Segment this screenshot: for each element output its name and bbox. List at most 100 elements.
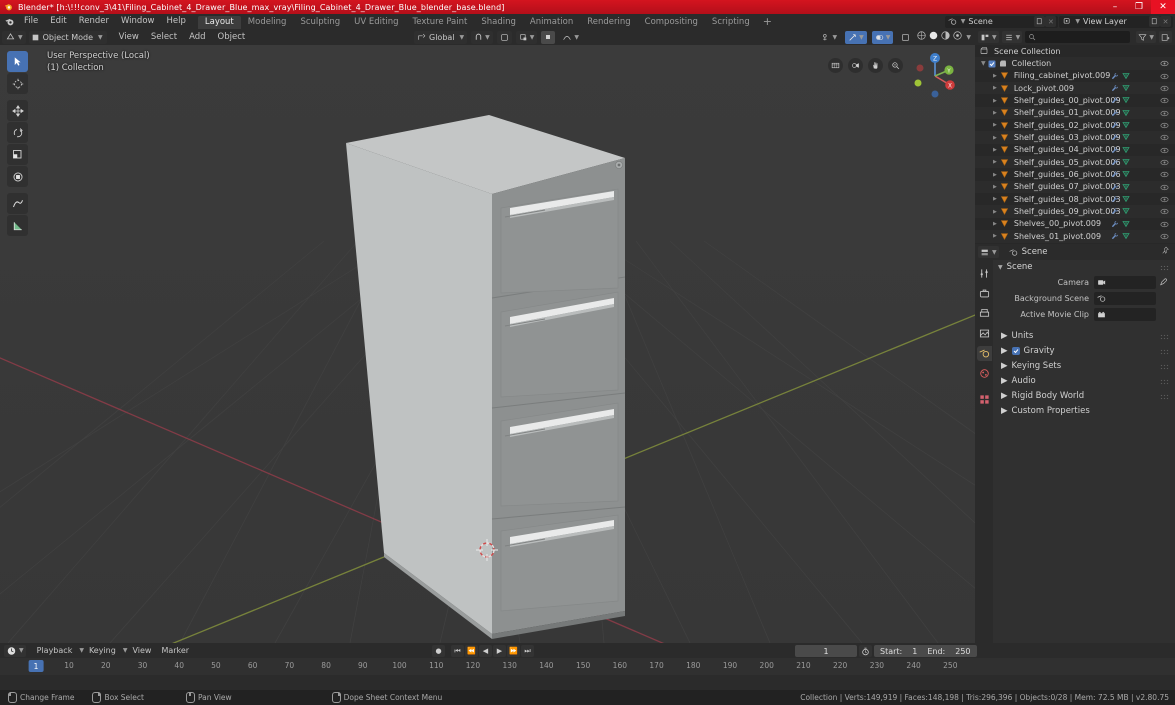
object-visibility-eye-icon[interactable] xyxy=(1160,207,1169,216)
pivot-point-selector[interactable]: ▼ xyxy=(515,30,538,44)
viewport-menu-object[interactable]: Object xyxy=(212,30,252,45)
section-gravity[interactable]: ▶ Gravity xyxy=(993,343,1175,358)
timeline-menu-keying[interactable]: Keying xyxy=(84,643,121,658)
tab-world-properties[interactable] xyxy=(977,366,992,381)
object-mode-selector[interactable]: Object Mode ▼ xyxy=(28,30,107,44)
modifier-wrench-icon[interactable] xyxy=(1111,183,1119,193)
object-expand-arrow-icon[interactable]: ▶ xyxy=(993,110,997,116)
timeline-playhead[interactable]: 1 xyxy=(28,660,44,672)
tab-modeling[interactable]: Modeling xyxy=(241,16,294,29)
modifier-wrench-icon[interactable] xyxy=(1111,84,1119,94)
shading-rendered-button[interactable] xyxy=(952,30,963,44)
xray-toggle-button[interactable] xyxy=(898,31,913,44)
collection-visibility-eye-icon[interactable] xyxy=(1160,59,1169,68)
object-expand-arrow-icon[interactable]: ▶ xyxy=(993,209,997,215)
zoom-magnifier-icon[interactable] xyxy=(888,58,903,73)
section-audio[interactable]: ▶ Audio xyxy=(993,373,1175,388)
close-button[interactable]: ✕ xyxy=(1151,0,1175,14)
move-tool-button[interactable] xyxy=(7,100,28,121)
tab-sculpting[interactable]: Sculpting xyxy=(293,16,347,29)
object-expand-arrow-icon[interactable]: ▶ xyxy=(993,122,997,128)
object-visibility-eye-icon[interactable] xyxy=(1160,195,1169,204)
snap-toggle-button[interactable] xyxy=(541,30,556,44)
outliner-editor[interactable]: ▼ ▼ ▼ Scene Collection ▼ Collection ▶ Fi… xyxy=(975,29,1175,244)
delete-scene-button[interactable]: ✕ xyxy=(1045,16,1057,27)
camera-view-icon[interactable] xyxy=(848,58,863,73)
outliner-filter-button[interactable]: ▼ xyxy=(1136,31,1156,43)
background-scene-field[interactable] xyxy=(1094,292,1156,305)
mesh-data-icon[interactable] xyxy=(1122,158,1130,168)
timeline-menu-view[interactable]: View xyxy=(127,643,156,658)
timeline-editor-type-button[interactable]: ▼ xyxy=(4,644,26,657)
gizmo-toggle-button[interactable]: ▼ xyxy=(845,30,867,44)
outliner-row-object[interactable]: ▶ Shelves_00_pivot.009 xyxy=(975,218,1175,230)
navigation-gizmo[interactable]: Z Y X xyxy=(907,48,963,104)
tweak-select-tool-button[interactable] xyxy=(7,51,28,72)
tab-scene-properties[interactable] xyxy=(976,346,992,361)
outliner-row-object[interactable]: ▶ Filing_cabinet_pivot.009 xyxy=(975,70,1175,82)
section-keying-sets[interactable]: ▶ Keying Sets xyxy=(993,358,1175,373)
mesh-data-icon[interactable] xyxy=(1122,232,1130,242)
shading-solid-button[interactable] xyxy=(928,30,939,44)
menu-edit[interactable]: Edit xyxy=(44,14,72,29)
section-rigid-body-world[interactable]: ▶ Rigid Body World xyxy=(993,388,1175,403)
tab-output-properties[interactable] xyxy=(977,306,992,321)
properties-editor[interactable]: ▼ Scene ▼ Scene Camera Background Scene … xyxy=(975,244,1175,643)
modifier-wrench-icon[interactable] xyxy=(1111,121,1119,131)
start-frame-value[interactable]: 1 xyxy=(912,647,917,656)
editor-type-selector[interactable]: ▼ xyxy=(2,30,26,44)
mesh-data-icon[interactable] xyxy=(1122,121,1130,131)
modifier-wrench-icon[interactable] xyxy=(1111,232,1119,242)
shading-material-button[interactable] xyxy=(940,30,951,44)
modifier-wrench-icon[interactable] xyxy=(1111,195,1119,205)
collection-expand-arrow-icon[interactable]: ▼ xyxy=(981,60,986,67)
new-view-layer-button[interactable] xyxy=(1149,16,1160,27)
mesh-data-icon[interactable] xyxy=(1122,109,1130,119)
object-expand-arrow-icon[interactable]: ▶ xyxy=(993,196,997,202)
overlays-toggle-button[interactable]: ▼ xyxy=(871,30,894,44)
scene-selector[interactable]: ▼ Scene ✕ xyxy=(944,15,1059,28)
menu-help[interactable]: Help xyxy=(160,14,191,29)
jump-to-end-button[interactable]: ⏭ xyxy=(521,645,534,657)
scene-panel-header[interactable]: ▼ Scene xyxy=(993,260,1175,274)
modifier-wrench-icon[interactable] xyxy=(1111,146,1119,156)
previous-keyframe-button[interactable]: ⏪ xyxy=(465,645,478,657)
viewport-menu-view[interactable]: View xyxy=(113,30,145,45)
outliner-tree[interactable]: Scene Collection ▼ Collection ▶ Filing_ca… xyxy=(975,45,1175,244)
timeline-menu-marker[interactable]: Marker xyxy=(156,643,194,658)
object-expand-arrow-icon[interactable]: ▶ xyxy=(993,159,997,165)
timeline-keyframe-area[interactable] xyxy=(0,675,1175,690)
annotate-tool-button[interactable] xyxy=(7,193,28,214)
proportional-edit-button[interactable] xyxy=(496,30,512,44)
tab-render-properties[interactable] xyxy=(977,286,992,301)
object-visibility-eye-icon[interactable] xyxy=(1160,158,1169,167)
record-keyframes-button[interactable]: ● xyxy=(432,645,445,657)
object-visibility-eye-icon[interactable] xyxy=(1160,133,1169,142)
add-workspace-button[interactable]: + xyxy=(757,16,778,29)
object-expand-arrow-icon[interactable]: ▶ xyxy=(993,172,997,178)
object-visibility-eye-icon[interactable] xyxy=(1160,72,1169,81)
transform-tool-button[interactable] xyxy=(7,166,28,187)
object-visibility-eye-icon[interactable] xyxy=(1160,84,1169,93)
outliner-row-object[interactable]: ▶ Shelf_guides_08_pivot.003 xyxy=(975,193,1175,205)
timeline-editor[interactable]: ▼ Playback ▼ Keying ▼ View Marker ● ⏮ ⏪ … xyxy=(0,643,1175,690)
delete-view-layer-button[interactable]: ✕ xyxy=(1160,16,1171,27)
modifier-wrench-icon[interactable] xyxy=(1111,207,1119,217)
camera-field[interactable] xyxy=(1094,276,1156,289)
mesh-data-icon[interactable] xyxy=(1122,72,1130,82)
modifier-wrench-icon[interactable] xyxy=(1111,72,1119,82)
object-visibility-eye-icon[interactable] xyxy=(1160,183,1169,192)
mesh-data-icon[interactable] xyxy=(1122,133,1130,143)
camera-eyedropper-icon[interactable] xyxy=(1158,276,1169,289)
tab-texture-paint[interactable]: Texture Paint xyxy=(406,16,475,29)
outliner-row-object[interactable]: ▶ Shelf_guides_02_pivot.009 xyxy=(975,119,1175,131)
outliner-row-object[interactable]: ▶ Shelf_guides_06_pivot.006 xyxy=(975,168,1175,180)
outliner-row-object[interactable]: ▶ Shelf_guides_04_pivot.009 xyxy=(975,144,1175,156)
object-visibility-eye-icon[interactable] xyxy=(1160,232,1169,241)
new-scene-button[interactable] xyxy=(1034,16,1046,27)
object-visibility-eye-icon[interactable] xyxy=(1160,170,1169,179)
object-visibility-eye-icon[interactable] xyxy=(1160,146,1169,155)
modifier-wrench-icon[interactable] xyxy=(1111,170,1119,180)
timeline-menu-playback[interactable]: Playback xyxy=(32,643,78,658)
object-expand-arrow-icon[interactable]: ▶ xyxy=(993,233,997,239)
